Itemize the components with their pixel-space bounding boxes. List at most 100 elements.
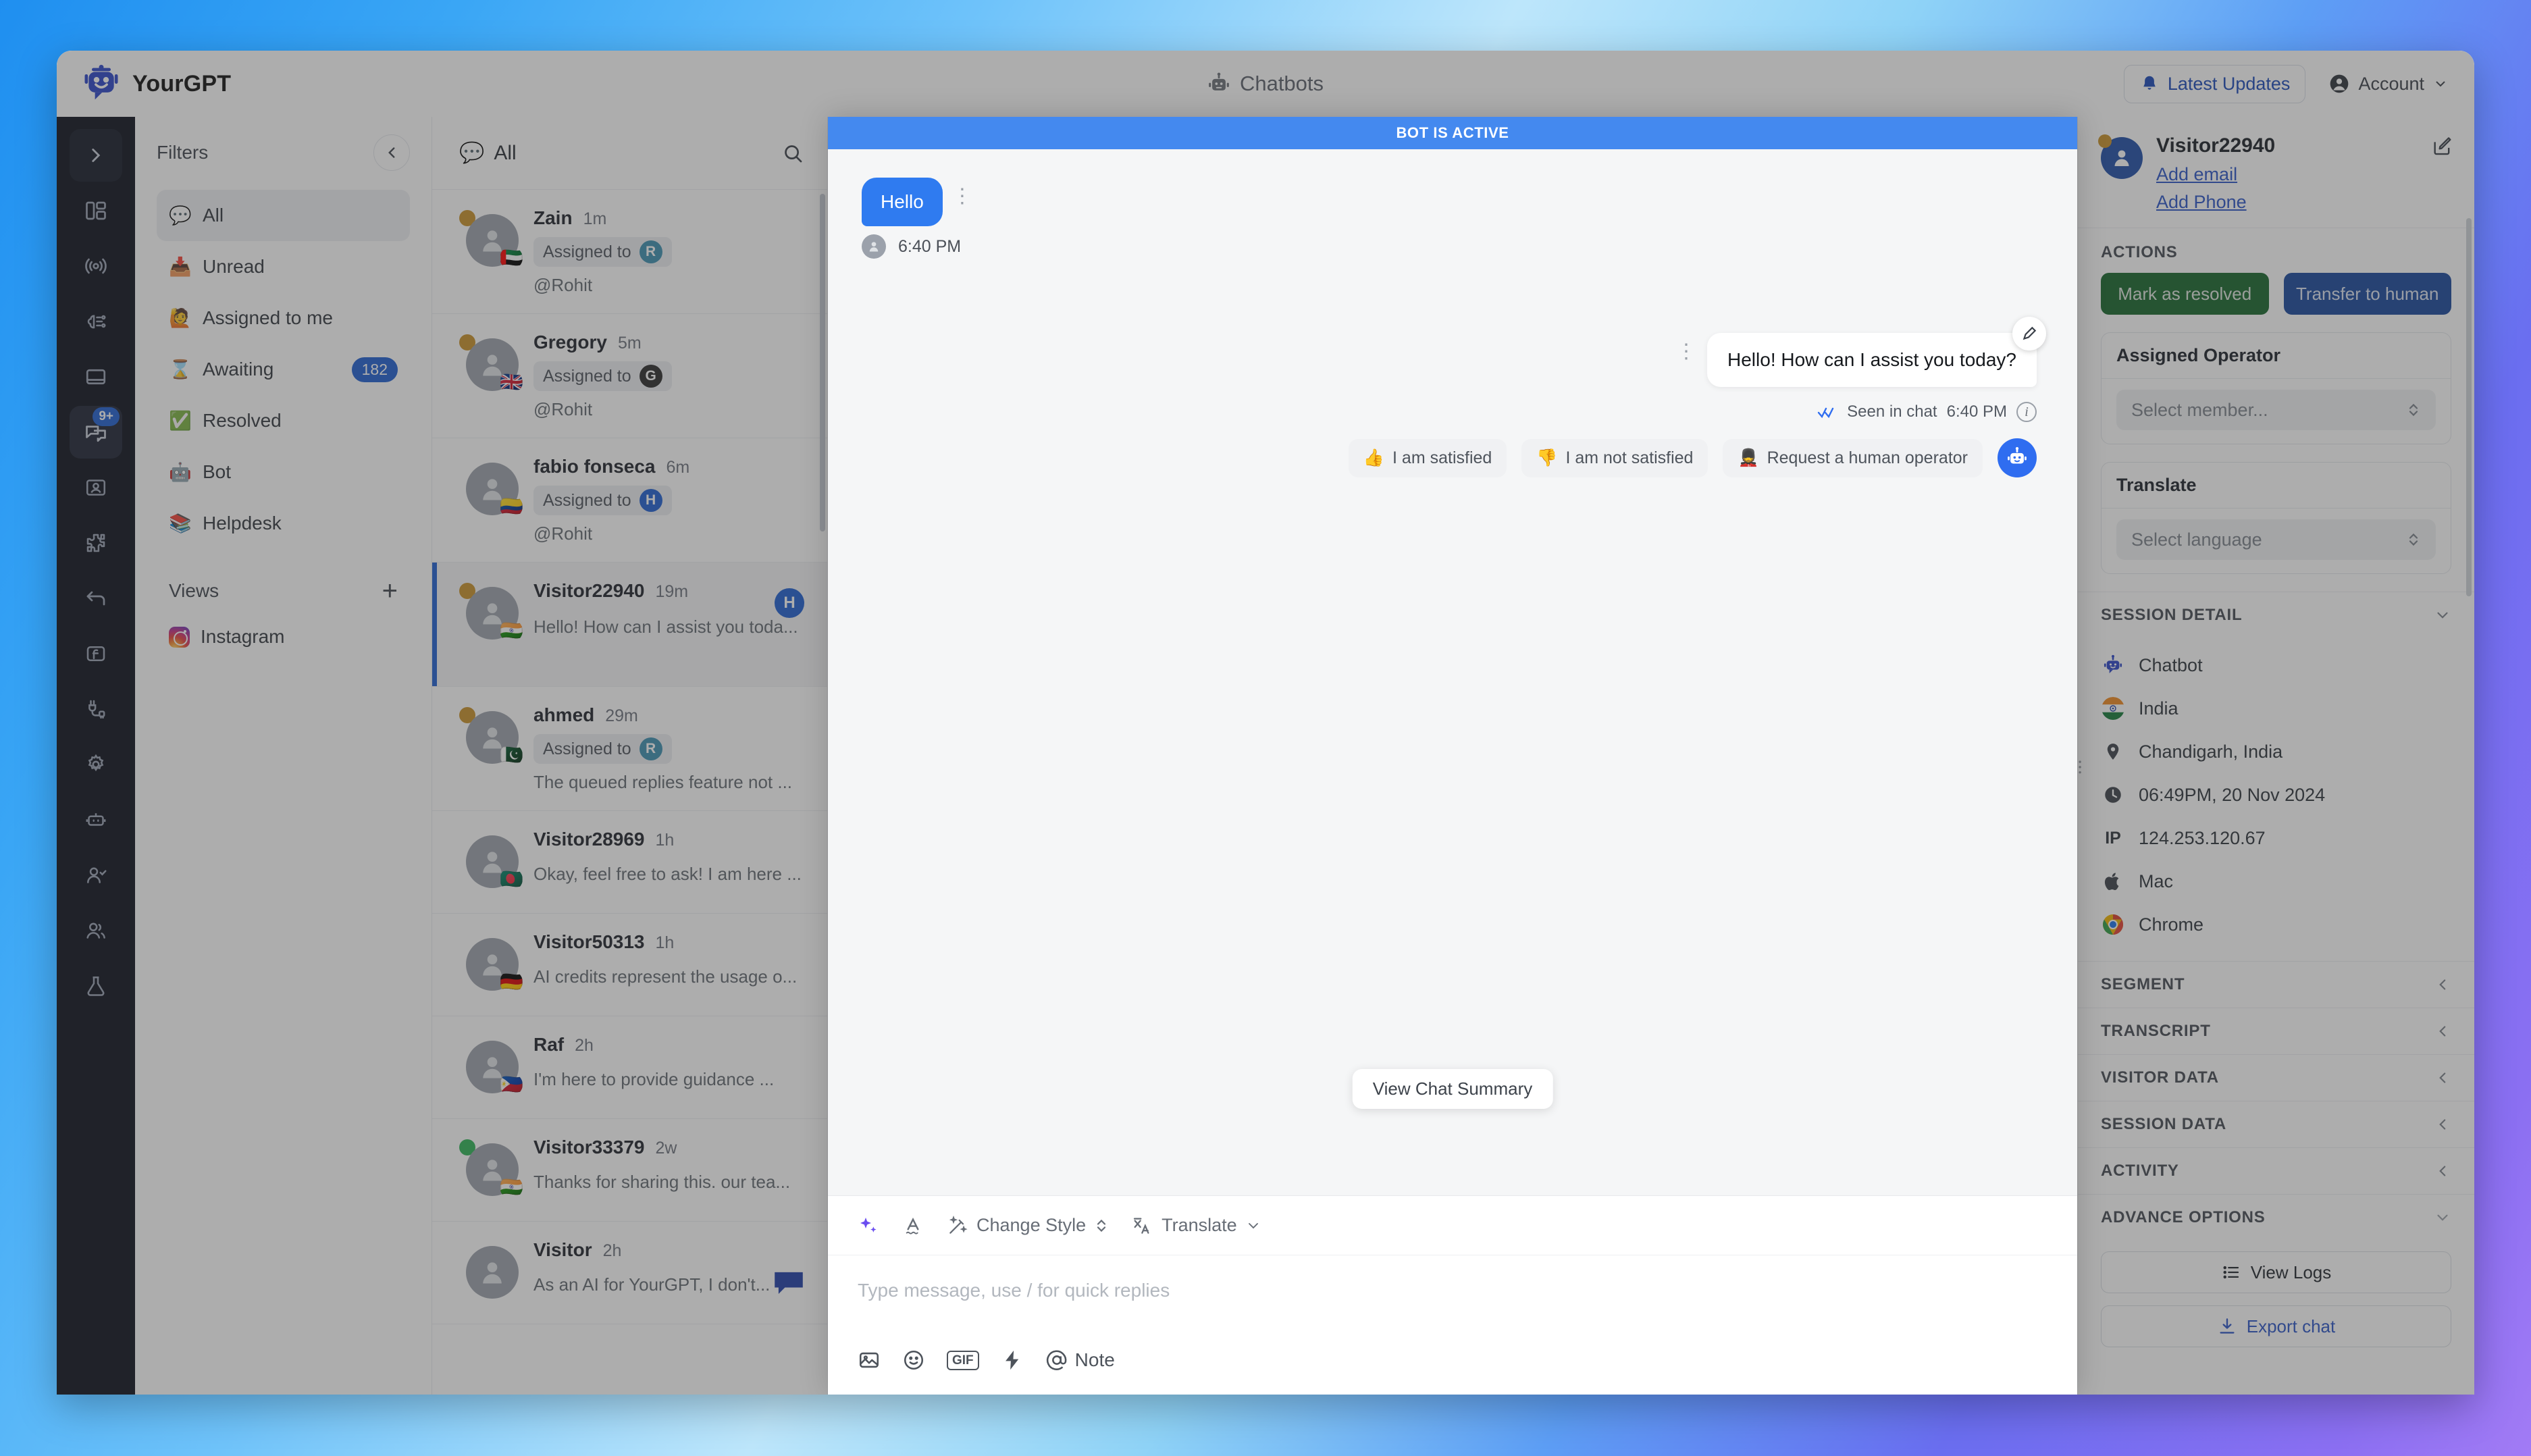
lightning-icon xyxy=(1005,1350,1018,1370)
edit-visitor-button[interactable] xyxy=(2431,134,2454,161)
conversation-row-ahmed[interactable]: 🇵🇰 ahmed 29m Assigned to R The queued re… xyxy=(432,687,827,811)
session-data-accordion[interactable]: SESSION DATA xyxy=(2078,1101,2474,1147)
quick-reply-not-satisfied[interactable]: 👎 I am not satisfied xyxy=(1521,438,1708,477)
search-icon[interactable] xyxy=(781,142,804,165)
change-style-label: Change Style xyxy=(976,1215,1087,1235)
session-detail-chatbot: Chatbot xyxy=(2101,644,2451,687)
conversation-row-fabio-fonseca[interactable]: 🇨🇴 fabio fonseca 6m Assigned to H @Rohit xyxy=(432,438,827,563)
emoji-button[interactable] xyxy=(902,1349,925,1372)
view-item-instagram[interactable]: Instagram xyxy=(157,611,410,662)
conversation-list-scrollbar[interactable] xyxy=(820,194,825,531)
conversation-row-raf[interactable]: 🇵🇭 Raf 2h I'm here to provide guidance .… xyxy=(432,1016,827,1119)
assignment-label: Assigned to xyxy=(543,739,631,758)
window-icon xyxy=(86,369,106,385)
conversation-filter-label[interactable]: 💬 All xyxy=(459,141,517,165)
rail-bot-button[interactable] xyxy=(70,794,122,846)
bot-avatar-button[interactable] xyxy=(1998,438,2037,477)
chevron-down-icon xyxy=(1248,1222,1258,1228)
brain-icon xyxy=(87,315,106,329)
info-icon[interactable]: i xyxy=(2016,402,2037,422)
filter-item-awaiting[interactable]: ⌛ Awaiting 182 xyxy=(157,344,410,395)
segment-accordion[interactable]: SEGMENT xyxy=(2078,961,2474,1008)
filter-item-bot[interactable]: 🤖 Bot xyxy=(157,446,410,498)
rail-inbox-badge: 9+ xyxy=(93,407,120,426)
segment-title: SEGMENT xyxy=(2101,975,2185,993)
brand[interactable]: YourGPT xyxy=(82,65,231,103)
quick-action-button[interactable] xyxy=(1001,1349,1024,1372)
add-note-button[interactable]: Note xyxy=(1045,1349,1115,1372)
chat-channel-icon xyxy=(775,1272,803,1294)
filter-item-all[interactable]: 💬 All xyxy=(157,190,410,241)
rightbar-scrollbar[interactable] xyxy=(2466,218,2472,596)
outgoing-message-menu-button[interactable]: ⋮ xyxy=(1676,342,1696,362)
transcript-accordion[interactable]: TRANSCRIPT xyxy=(2078,1008,2474,1054)
conversation-name: Visitor50313 xyxy=(533,931,645,952)
rail-ai-brain-button[interactable] xyxy=(70,295,122,348)
quick-reply-request-human[interactable]: 💂 Request a human operator xyxy=(1723,438,1983,477)
country-flag-icon: 🇮🇳 xyxy=(500,1176,523,1197)
conversation-row-visitor28969[interactable]: 🇧🇩 Visitor28969 1h Okay, feel free to as… xyxy=(432,811,827,914)
rail-broadcast-button[interactable] xyxy=(70,240,122,292)
filter-item-helpdesk[interactable]: 📚 Helpdesk xyxy=(157,498,410,549)
add-email-link[interactable]: Add email xyxy=(2156,164,2275,185)
message-input[interactable]: Type message, use / for quick replies xyxy=(828,1255,2077,1336)
avatar: 🇮🇳 xyxy=(459,583,523,642)
gif-button[interactable]: GIF xyxy=(947,1350,979,1370)
export-chat-button[interactable]: Export chat xyxy=(2101,1305,2451,1347)
rail-widget-button[interactable] xyxy=(70,350,122,403)
select-language-dropdown[interactable]: Select language xyxy=(2116,519,2436,560)
conversation-title-row: Zain 1m xyxy=(533,207,806,229)
translate-button[interactable]: Translate xyxy=(1132,1215,1261,1237)
filter-item-unread[interactable]: 📥 Unread xyxy=(157,241,410,292)
conversation-row-gregory[interactable]: 🇬🇧 Gregory 5m Assigned to G @Rohit xyxy=(432,314,827,438)
rail-inbox-button[interactable]: 9+ xyxy=(70,406,122,459)
view-chat-summary-tooltip[interactable]: View Chat Summary xyxy=(1352,1069,1553,1109)
chat-bubble-icon: 💬 xyxy=(169,205,192,226)
signal-icon xyxy=(85,258,107,274)
add-view-button[interactable]: + xyxy=(382,577,398,604)
rail-settings-button[interactable] xyxy=(70,738,122,791)
conversation-row-visitor[interactable]: Visitor 2h As an AI for YourGPT, I don't… xyxy=(432,1222,827,1324)
mark-as-resolved-button[interactable]: Mark as resolved xyxy=(2101,273,2269,315)
edit-message-button[interactable] xyxy=(2012,317,2046,350)
rail-integrations-button[interactable] xyxy=(70,517,122,569)
rail-functions-button[interactable] xyxy=(70,627,122,680)
account-button[interactable]: Account xyxy=(2328,73,2449,95)
rail-automations-button[interactable] xyxy=(70,572,122,625)
view-logs-button[interactable]: View Logs xyxy=(2101,1251,2451,1293)
incoming-meta: 6:40 PM xyxy=(862,234,2037,259)
rail-contacts-button[interactable] xyxy=(70,461,122,514)
visitor-data-accordion[interactable]: VISITOR DATA xyxy=(2078,1054,2474,1101)
panel-resize-handle[interactable] xyxy=(2078,756,2089,783)
conversation-row-visitor33379[interactable]: 🇮🇳 Visitor33379 2w Thanks for sharing th… xyxy=(432,1119,827,1222)
ai-sparkles-button[interactable] xyxy=(858,1215,879,1237)
attach-image-button[interactable] xyxy=(858,1349,881,1372)
collapse-filters-button[interactable] xyxy=(373,134,410,171)
quick-reply-satisfied[interactable]: 👍 I am satisfied xyxy=(1348,438,1507,477)
advance-options-accordion[interactable]: ADVANCE OPTIONS xyxy=(2078,1194,2474,1241)
change-style-button[interactable]: Change Style xyxy=(947,1215,1109,1237)
session-detail-accordion[interactable]: SESSION DETAIL xyxy=(2078,592,2474,638)
message-menu-button[interactable]: ⋮ xyxy=(952,186,972,207)
conversation-row-zain[interactable]: 🇦🇪 Zain 1m Assigned to R @Rohit xyxy=(432,190,827,314)
conversation-row-visitor22940[interactable]: 🇮🇳 Visitor22940 19m Hello! How can I ass… xyxy=(432,563,827,687)
rail-dashboard-button[interactable] xyxy=(70,184,122,237)
text-format-button[interactable] xyxy=(902,1215,924,1237)
filter-item-resolved[interactable]: ✅ Resolved xyxy=(157,395,410,446)
conversation-row-visitor50313[interactable]: 🇩🇪 Visitor50313 1h AI credits represent … xyxy=(432,914,827,1016)
view-logs-label: View Logs xyxy=(2250,1262,2332,1282)
chevron-left-icon xyxy=(388,147,395,158)
select-member-dropdown[interactable]: Select member... xyxy=(2116,390,2436,430)
activity-accordion[interactable]: ACTIVITY xyxy=(2078,1147,2474,1194)
rail-agent-check-button[interactable] xyxy=(70,849,122,902)
add-phone-link[interactable]: Add Phone xyxy=(2156,192,2275,213)
grip-dots-icon xyxy=(2079,760,2081,774)
rail-connections-button[interactable] xyxy=(70,683,122,735)
rail-team-button[interactable] xyxy=(70,904,122,957)
rail-labs-button[interactable] xyxy=(70,960,122,1012)
flask-icon xyxy=(87,976,105,996)
filter-item-assigned-to-me[interactable]: 🙋 Assigned to me xyxy=(157,292,410,344)
rail-expand-button[interactable] xyxy=(70,129,122,182)
latest-updates-button[interactable]: Latest Updates xyxy=(2123,64,2306,103)
transfer-to-human-button[interactable]: Transfer to human xyxy=(2283,273,2451,315)
